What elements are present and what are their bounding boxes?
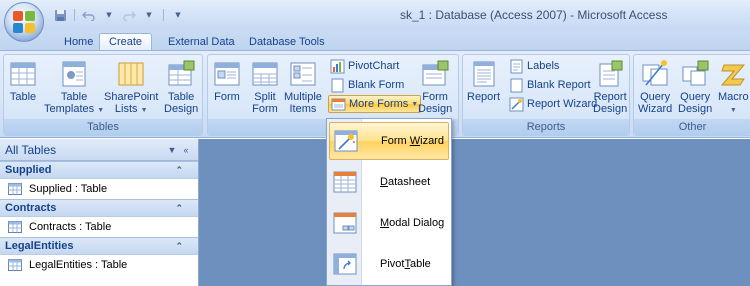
query-wizard-button[interactable]: Query Wizard (638, 59, 672, 115)
form-button[interactable]: Form (212, 59, 242, 103)
report-design-icon (599, 60, 623, 87)
nav-group-legalentities[interactable]: LegalEntities ⌃ (0, 237, 198, 255)
pivotchart-button[interactable]: PivotChart (328, 57, 401, 75)
collapse-icon[interactable]: ⌃ (175, 241, 183, 252)
undo-icon[interactable] (81, 7, 97, 23)
report-button[interactable]: Report (467, 59, 500, 103)
blank-report-button[interactable]: Blank Report (507, 76, 593, 94)
ribbon-group-reports: Report Labels Blank Report Report Wizard… (462, 54, 630, 136)
nav-group-contracts[interactable]: Contracts ⌃ (0, 199, 198, 217)
pivottable-icon (333, 253, 357, 275)
tab-external-data[interactable]: External Data (159, 33, 244, 50)
nav-pane-header[interactable]: All Tables ▼ « (0, 139, 198, 161)
sharepoint-lists-button[interactable]: SharePoint Lists ▼ (104, 59, 158, 117)
menu-item-modal-dialog[interactable]: Modal Dialog (329, 204, 449, 242)
report-design-button[interactable]: Report Design (593, 59, 627, 115)
more-forms-button[interactable]: More Forms ▼ (328, 95, 422, 113)
office-button[interactable] (4, 2, 44, 42)
nav-menu-dropdown-icon[interactable]: ▼ (165, 143, 179, 157)
split-form-button[interactable]: Split Form (250, 59, 280, 115)
form-design-icon (422, 60, 449, 86)
blank-form-button[interactable]: Blank Form (328, 76, 406, 94)
report-wizard-button[interactable]: Report Wizard (507, 95, 599, 113)
nav-item-legalentities-table[interactable]: LegalEntities : Table (0, 255, 198, 275)
ribbon-group-tables: Table Table Templates ▼ SharePoint Lists… (3, 54, 203, 136)
table-templates-icon (62, 61, 86, 87)
table-icon (8, 221, 22, 233)
multiple-items-button[interactable]: Multiple Items (284, 59, 322, 115)
quick-access-toolbar: ▼ ▼ ▼ (52, 6, 186, 24)
report-icon (473, 61, 495, 87)
save-icon[interactable] (52, 7, 68, 23)
tab-create[interactable]: Create (99, 33, 153, 50)
tab-home[interactable]: Home (55, 33, 102, 50)
redo-icon[interactable] (121, 7, 137, 23)
query-design-icon (682, 60, 709, 86)
qat-separator (163, 9, 164, 21)
blank-report-icon (510, 78, 523, 92)
more-forms-icon (331, 98, 346, 110)
ribbon-tabs: Home Create External Data Database Tools (0, 30, 750, 50)
table-icon (8, 183, 22, 195)
table-icon (10, 62, 36, 86)
nav-item-contracts-table[interactable]: Contracts : Table (0, 217, 198, 237)
form-wizard-icon (334, 130, 358, 152)
table-icon (8, 259, 22, 271)
split-form-icon (252, 62, 278, 86)
report-wizard-icon (509, 97, 524, 111)
multiple-items-icon (290, 62, 316, 86)
title-bar: ▼ ▼ ▼ sk_1 : Database (Access 2007) - Mi… (0, 0, 750, 30)
collapse-icon[interactable]: ⌃ (175, 165, 183, 176)
menu-item-pivottable[interactable]: PivotTable (329, 245, 449, 283)
pivotchart-icon (330, 59, 345, 73)
labels-icon (510, 59, 523, 73)
ribbon-group-label-tables: Tables (4, 119, 202, 135)
macro-button[interactable]: Macro ▼ (718, 59, 749, 117)
nav-shutter-close-icon[interactable]: « (179, 143, 193, 157)
menu-item-form-wizard[interactable]: Form Wizard (329, 122, 449, 160)
nav-group-supplied[interactable]: Supplied ⌃ (0, 161, 198, 179)
window-title: sk_1 : Database (Access 2007) - Microsof… (400, 8, 668, 22)
more-forms-menu: Form Wizard Datasheet Modal Dialog Pivot… (326, 118, 452, 286)
navigation-pane: All Tables ▼ « Supplied ⌃ Supplied : Tab… (0, 139, 199, 286)
nav-pane-title: All Tables (5, 142, 57, 157)
ribbon-group-other: Query Wizard Query Design Macro ▼ Other (633, 54, 750, 136)
customize-qat-icon[interactable]: ▼ (170, 7, 186, 23)
form-design-button[interactable]: Form Design (418, 59, 452, 115)
ribbon-group-label-other: Other (634, 119, 750, 135)
office-logo-icon (13, 11, 35, 33)
macro-icon (721, 64, 746, 86)
qat-separator (74, 9, 75, 21)
form-icon (214, 62, 240, 86)
table-button[interactable]: Table (8, 59, 38, 103)
ribbon-group-label-reports: Reports (463, 119, 629, 135)
undo-dropdown-icon[interactable]: ▼ (101, 7, 117, 23)
query-design-button[interactable]: Query Design (678, 59, 712, 115)
table-templates-button[interactable]: Table Templates ▼ (44, 59, 104, 117)
collapse-icon[interactable]: ⌃ (175, 203, 183, 214)
redo-dropdown-icon[interactable]: ▼ (141, 7, 157, 23)
datasheet-icon (333, 171, 357, 193)
menu-item-datasheet[interactable]: Datasheet (329, 163, 449, 201)
table-design-icon (168, 60, 195, 86)
table-design-button[interactable]: Table Design (164, 59, 198, 115)
nav-item-supplied-table[interactable]: Supplied : Table (0, 179, 198, 199)
blank-form-icon (331, 78, 344, 92)
modal-dialog-icon (333, 212, 357, 234)
tab-database-tools[interactable]: Database Tools (240, 33, 334, 50)
labels-button[interactable]: Labels (507, 57, 561, 75)
sharepoint-lists-icon (118, 62, 144, 86)
query-wizard-icon (642, 60, 668, 86)
